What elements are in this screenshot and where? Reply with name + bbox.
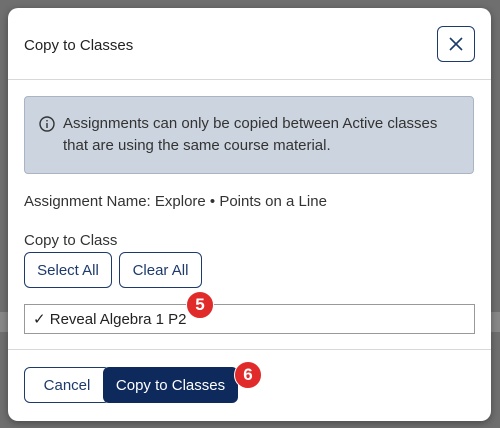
copy-to-class-label: Copy to Class [24,232,118,249]
select-all-button[interactable]: Select All [24,252,112,288]
step-5-badge: 5 [186,291,214,319]
background-link-right [490,312,500,332]
assignment-name: Assignment Name: Explore • Points on a L… [24,193,327,210]
copy-to-classes-button[interactable]: Copy to Classes [103,367,238,403]
dialog-header: Copy to Classes [8,8,491,80]
copy-to-classes-dialog: Copy to Classes Assignments can only be … [8,8,491,421]
clear-all-button[interactable]: Clear All [119,252,202,288]
step-6-badge: 6 [234,361,262,389]
close-icon [449,37,463,51]
dialog-title: Copy to Classes [24,37,134,54]
class-option[interactable]: ✓ Reveal Algebra 1 P2 [33,310,187,328]
info-message: Assignments can only be copied between A… [63,115,438,154]
info-alert: Assignments can only be copied between A… [24,96,474,174]
close-button[interactable] [437,26,475,62]
class-list: ✓ Reveal Algebra 1 P2 [24,304,475,334]
cancel-button[interactable]: Cancel [24,367,110,403]
info-icon [39,116,55,132]
